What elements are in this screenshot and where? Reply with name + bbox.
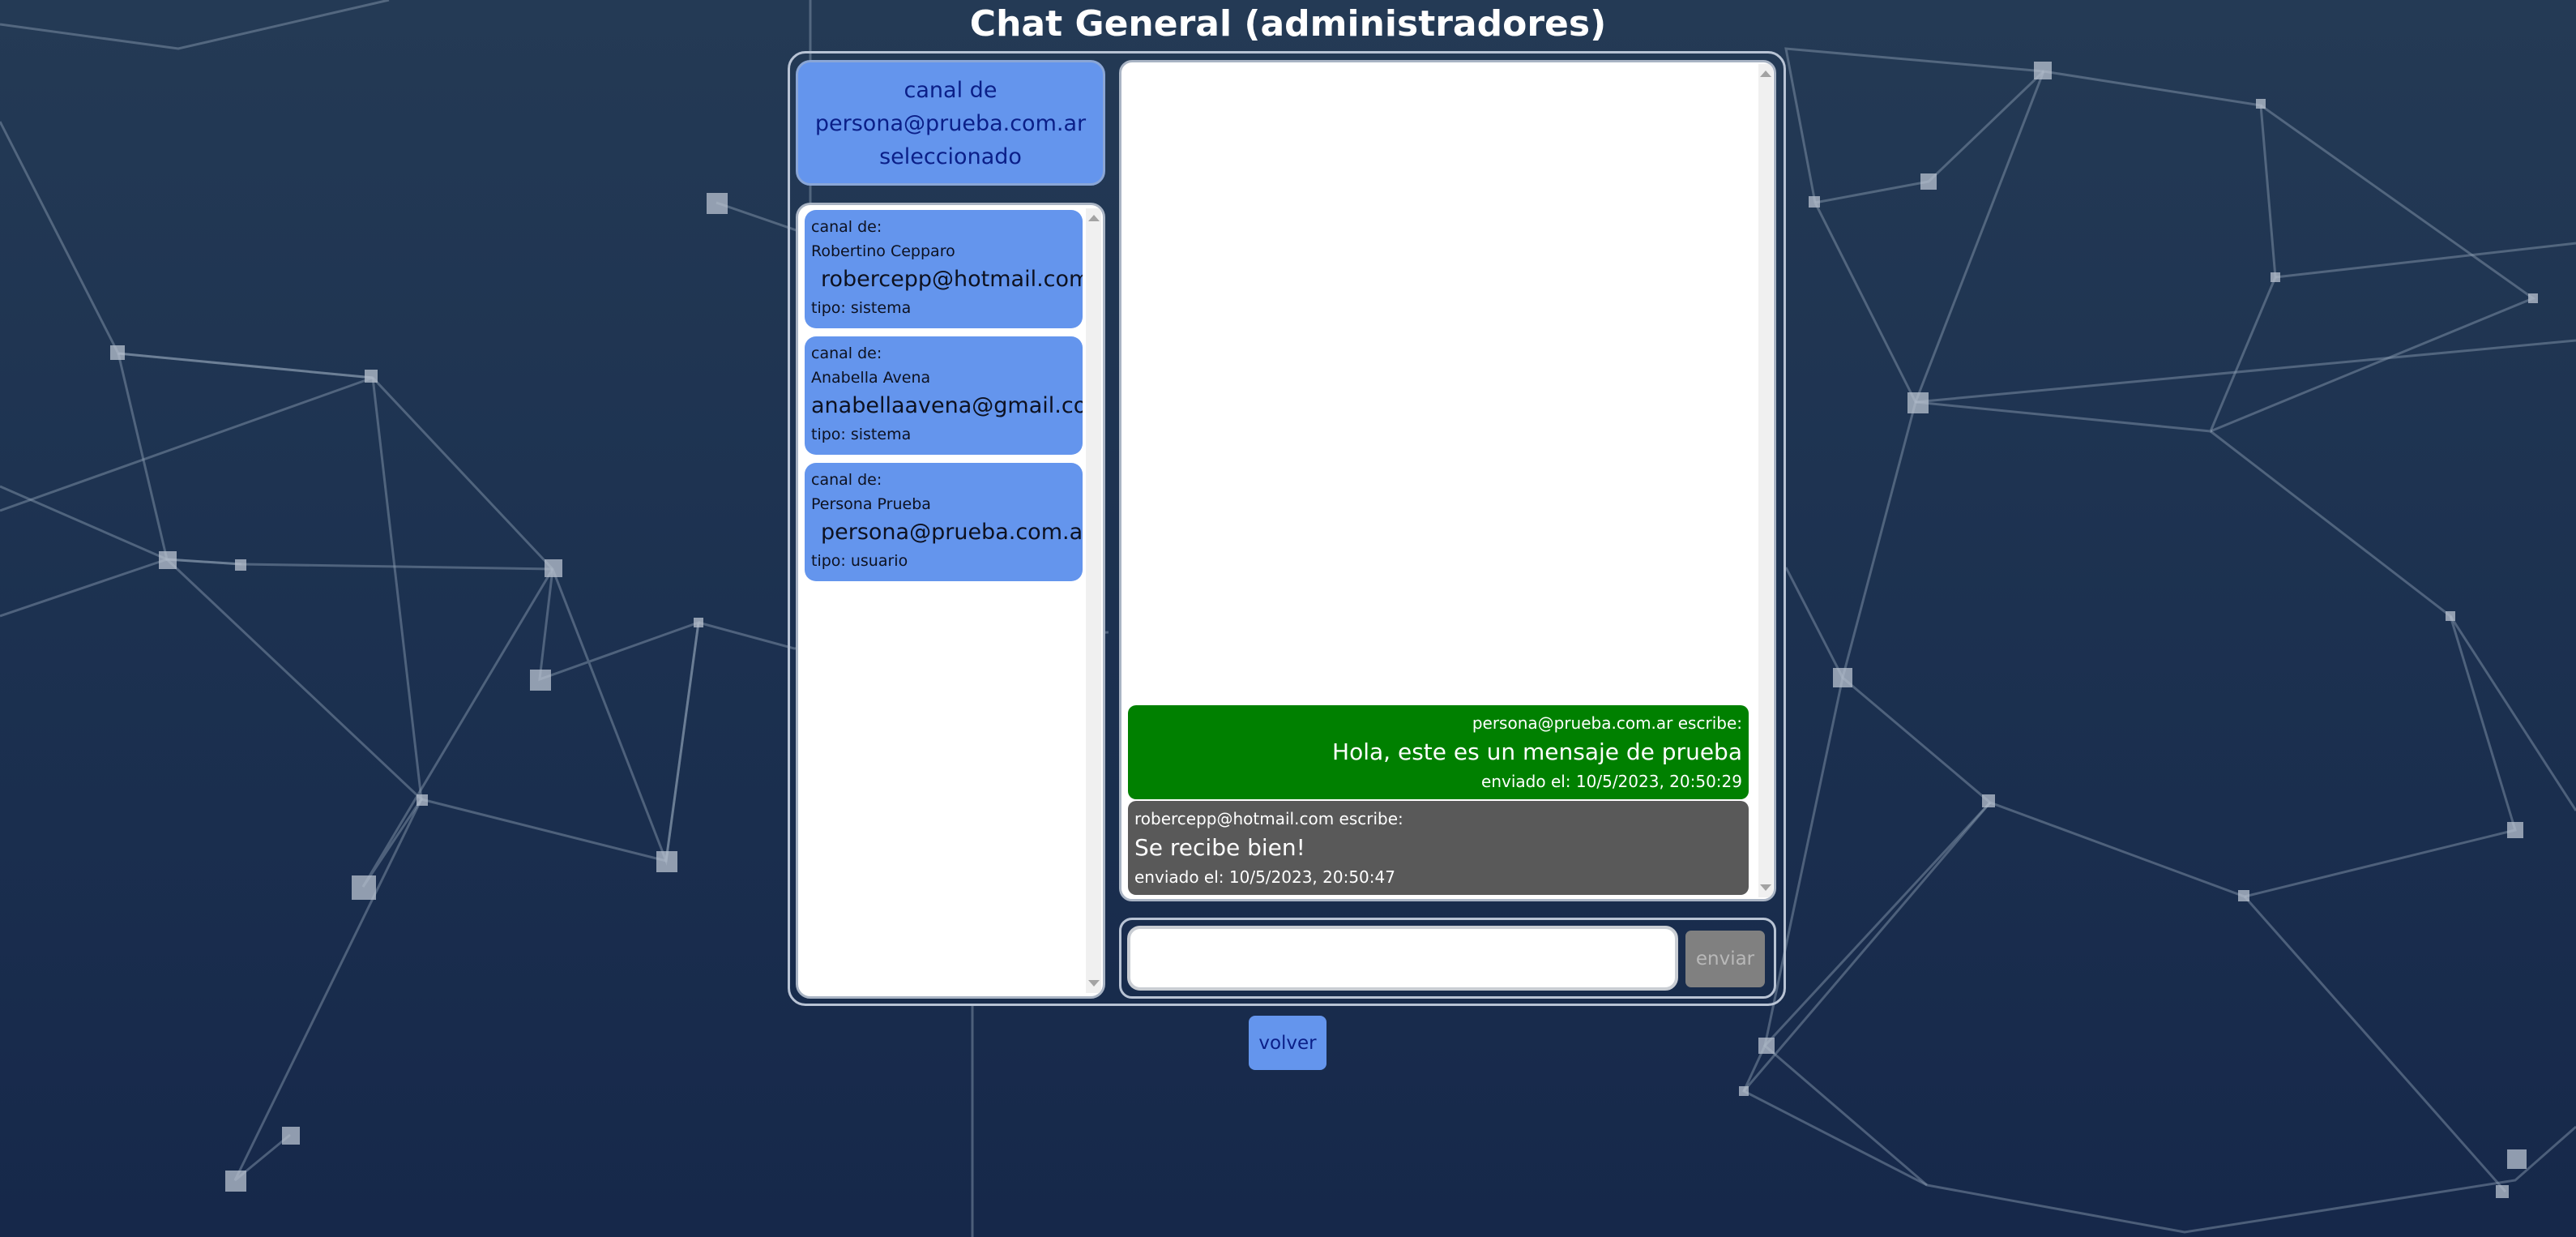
scroll-up-arrow-icon[interactable] bbox=[1087, 215, 1100, 221]
channel-item-anabellaavena[interactable]: canal de: Anabella Avena anabellaavena@g… bbox=[805, 336, 1083, 455]
scroll-down-arrow-icon[interactable] bbox=[1760, 884, 1771, 891]
back-button[interactable]: volver bbox=[1249, 1016, 1326, 1070]
channel-item-persona[interactable]: canal de: Persona Prueba persona@prueba.… bbox=[805, 463, 1083, 581]
selected-channel-banner: canal de persona@prueba.com.ar seleccion… bbox=[796, 60, 1105, 186]
messages-panel[interactable]: persona@prueba.com.ar escribe: Hola, est… bbox=[1119, 60, 1776, 901]
channel-list[interactable]: canal de: Robertino Cepparo robercepp@ho… bbox=[796, 203, 1105, 999]
message-input[interactable] bbox=[1127, 926, 1678, 991]
message-other: robercepp@hotmail.com escribe: Se recibe… bbox=[1128, 801, 1749, 895]
selected-channel-line-1: canal de bbox=[904, 78, 998, 103]
channel-prefix: canal de: bbox=[811, 345, 882, 362]
message-timestamp: enviado el: 10/5/2023, 20:50:47 bbox=[1134, 867, 1395, 887]
channel-email: robercepp@hotmail.com bbox=[821, 267, 1083, 292]
channel-type: tipo: sistema bbox=[811, 426, 912, 443]
page-title: Chat General (administradores) bbox=[969, 3, 1607, 45]
channel-name: Robertino Cepparo bbox=[811, 242, 955, 260]
selected-channel-line-3: seleccionado bbox=[879, 144, 1022, 169]
channel-email: anabellaavena@gmail.com bbox=[811, 393, 1083, 418]
channel-type: tipo: sistema bbox=[811, 299, 912, 317]
messages-scrollbar[interactable] bbox=[1758, 64, 1773, 897]
channel-name: Anabella Avena bbox=[811, 369, 931, 387]
selected-channel-email: persona@prueba.com.ar bbox=[814, 111, 1087, 136]
channel-list-scrollbar[interactable] bbox=[1086, 208, 1101, 993]
channel-type: tipo: usuario bbox=[811, 552, 908, 570]
message-timestamp: enviado el: 10/5/2023, 20:50:29 bbox=[1481, 772, 1742, 791]
channel-item-robercepp[interactable]: canal de: Robertino Cepparo robercepp@ho… bbox=[805, 210, 1083, 328]
scroll-down-arrow-icon[interactable] bbox=[1087, 980, 1100, 987]
message-text: Se recibe bien! bbox=[1134, 834, 1305, 861]
message-author: robercepp@hotmail.com escribe: bbox=[1134, 809, 1403, 828]
channel-email: persona@prueba.com.ar bbox=[821, 520, 1083, 545]
message-text: Hola, este es un mensaje de prueba bbox=[1332, 738, 1742, 765]
channel-prefix: canal de: bbox=[811, 218, 882, 236]
message-author: persona@prueba.com.ar escribe: bbox=[1472, 713, 1742, 733]
scroll-up-arrow-icon[interactable] bbox=[1760, 71, 1771, 77]
send-button[interactable]: enviar bbox=[1685, 931, 1765, 987]
channel-name: Persona Prueba bbox=[811, 495, 931, 513]
channel-items: canal de: Robertino Cepparo robercepp@ho… bbox=[805, 210, 1083, 589]
channel-prefix: canal de: bbox=[811, 471, 882, 489]
message-own: persona@prueba.com.ar escribe: Hola, est… bbox=[1128, 705, 1749, 799]
